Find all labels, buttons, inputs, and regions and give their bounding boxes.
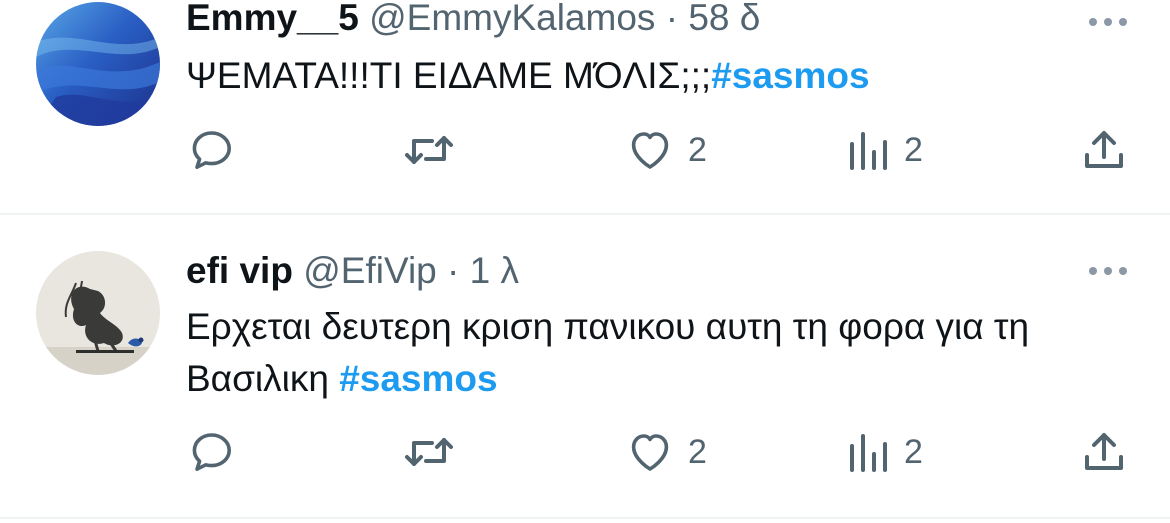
retweet-arrows-icon [405, 438, 453, 466]
like-button[interactable]: 2 [626, 422, 707, 482]
like-count: 2 [688, 432, 707, 471]
avatar[interactable] [36, 2, 160, 126]
upload-arrow-icon [1085, 131, 1123, 168]
action-bar: 2 2 [0, 120, 1170, 180]
like-button[interactable]: 2 [626, 120, 707, 180]
timestamp[interactable]: 58 δ [688, 0, 760, 38]
speech-bubble-icon [192, 131, 231, 169]
tweet-text: Ερχεται δευτερη κριση πανικου αυτη τη φο… [186, 301, 1146, 405]
views-count: 2 [904, 432, 923, 471]
timestamp[interactable]: 1 λ [470, 250, 519, 291]
bar-chart-icon [850, 132, 887, 170]
blue-abstract-avatar-image [36, 2, 160, 126]
tweet-text-content: Ερχεται δευτερη κριση πανικου αυτη τη φο… [186, 306, 1030, 399]
upload-arrow-icon [1085, 433, 1123, 470]
girl-with-bird-avatar-image [36, 251, 160, 375]
separator: · [447, 250, 460, 291]
heart-icon [631, 132, 669, 169]
tweet-text-content: ΨΕΜΑΤΑ!!!ΤΙ ΕΙΔΑΜΕ ΜΌΛΙΣ;;; [186, 55, 712, 96]
tweet[interactable]: efi vip @EfiVip · 1 λ Ερχεται δευτερη κρ… [0, 215, 1170, 515]
like-count: 2 [688, 130, 707, 169]
avatar[interactable] [36, 251, 160, 375]
reply-button[interactable] [188, 422, 236, 482]
display-name[interactable]: efi vip [186, 250, 293, 291]
tweet-divider [0, 517, 1170, 519]
views-button[interactable]: 2 [846, 422, 923, 482]
share-button[interactable] [1080, 120, 1128, 180]
tweet-text: ΨΕΜΑΤΑ!!!ΤΙ ΕΙΔΑΜΕ ΜΌΛΙΣ;;;#sasmos [186, 50, 1146, 102]
more-dots-icon [1089, 18, 1127, 26]
handle[interactable]: @EfiVip [303, 250, 437, 291]
handle[interactable]: @EmmyKalamos [369, 0, 655, 38]
hashtag-link[interactable]: #sasmos [711, 55, 869, 96]
retweet-button[interactable] [402, 422, 456, 482]
reply-button[interactable] [188, 120, 236, 180]
tweet-header: Emmy__5 @EmmyKalamos · 58 δ [186, 0, 760, 40]
more-dots-icon [1089, 267, 1127, 275]
retweet-arrows-icon [405, 136, 453, 164]
hashtag-link[interactable]: #sasmos [339, 358, 497, 399]
separator: · [665, 0, 679, 38]
views-button[interactable]: 2 [846, 120, 923, 180]
more-button[interactable] [1086, 12, 1130, 32]
speech-bubble-icon [192, 433, 231, 471]
action-bar: 2 2 [0, 422, 1170, 482]
display-name[interactable]: Emmy__5 [186, 0, 359, 38]
tweet[interactable]: Emmy__5 @EmmyKalamos · 58 δ ΨΕΜΑΤΑ!!!ΤΙ … [0, 0, 1170, 214]
heart-icon [631, 434, 669, 471]
more-button[interactable] [1086, 261, 1130, 281]
retweet-button[interactable] [402, 120, 456, 180]
views-count: 2 [904, 130, 923, 169]
bar-chart-icon [850, 434, 887, 472]
tweet-header: efi vip @EfiVip · 1 λ [186, 249, 519, 293]
share-button[interactable] [1080, 422, 1128, 482]
